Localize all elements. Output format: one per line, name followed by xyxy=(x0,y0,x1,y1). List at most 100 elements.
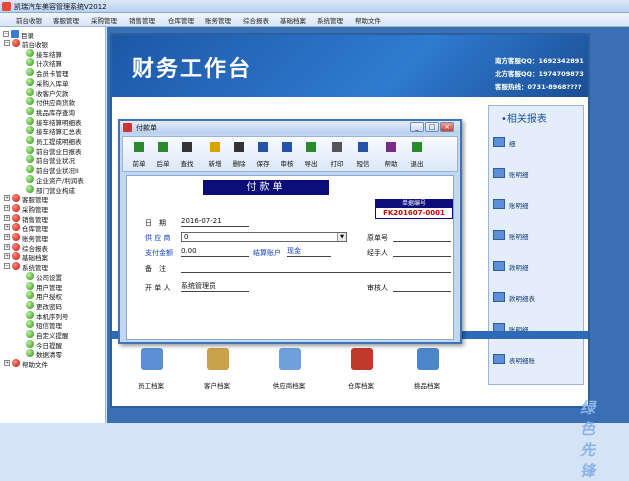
tree-label: 部门营业构成 xyxy=(36,186,75,195)
dialog-titlebar: 付款单 _ □ × xyxy=(120,121,460,134)
contact-hotline: 客服热线：0731-8968???? xyxy=(495,83,582,91)
toolbar-label: 导出 xyxy=(304,160,318,168)
report-icon[interactable] xyxy=(493,354,505,364)
report-icon[interactable] xyxy=(493,292,505,302)
tree-label: 前台营业日报表 xyxy=(36,147,82,156)
related-report-link[interactable]: 表明细账 xyxy=(509,355,535,365)
menu-item-7[interactable]: 基础档案 xyxy=(280,15,306,25)
close-button[interactable]: × xyxy=(440,122,454,132)
function-icon xyxy=(26,97,34,106)
expand-icon[interactable]: + xyxy=(4,195,10,202)
maximize-button[interactable]: □ xyxy=(425,122,439,132)
toolbar-label: 打印 xyxy=(330,160,344,168)
maker-label: 开 单 人 xyxy=(145,284,171,292)
toolbar-audit-button[interactable]: 审核 xyxy=(275,140,299,170)
archive-shortcut[interactable]: 供应商档案 xyxy=(260,346,318,396)
toolbar-new-button[interactable]: 新增 xyxy=(203,140,227,170)
expand-icon[interactable]: + xyxy=(4,214,10,221)
function-icon xyxy=(26,58,34,67)
collapse-icon[interactable]: − xyxy=(4,40,10,46)
function-icon xyxy=(26,291,34,300)
tree-label: 企业资产/利润表 xyxy=(36,176,84,185)
tree-label: 仓库管理 xyxy=(22,225,48,234)
menu-item-8[interactable]: 系统管理 xyxy=(317,15,343,25)
toolbar-help-button[interactable]: 帮助 xyxy=(379,140,403,170)
module-icon xyxy=(12,252,20,261)
folder-icon xyxy=(11,30,19,38)
archive-shortcut[interactable]: 客户档案 xyxy=(188,346,246,396)
function-icon xyxy=(26,174,34,183)
menu-item-3[interactable]: 销售管理 xyxy=(129,15,155,25)
module-icon xyxy=(12,223,20,232)
tree-label: 用户授权 xyxy=(36,293,62,302)
tree-label: 付供应商货款 xyxy=(36,99,75,108)
expand-icon[interactable]: + xyxy=(4,253,10,260)
expand-icon[interactable]: + xyxy=(4,224,10,231)
archive-icon xyxy=(207,348,229,370)
menu-item-6[interactable]: 综合报表 xyxy=(243,15,269,25)
related-report-link[interactable]: 账明细 xyxy=(509,231,529,241)
watermark-logo: 绿色先锋 xyxy=(580,399,600,480)
handler-field[interactable] xyxy=(393,247,451,257)
menu-item-2[interactable]: 采购管理 xyxy=(91,15,117,25)
toolbar-exit-button[interactable]: 退出 xyxy=(405,140,429,170)
menu-item-0[interactable]: 前台收银 xyxy=(16,15,42,25)
toolbar-export-button[interactable]: 导出 xyxy=(299,140,323,170)
archive-shortcut[interactable]: 员工档案 xyxy=(122,346,180,396)
function-icon xyxy=(26,339,34,348)
related-report-link[interactable]: 细 xyxy=(509,138,516,148)
print-icon xyxy=(332,142,342,152)
archive-shortcut[interactable]: 仓库档案 xyxy=(332,346,390,396)
tree-label: 更改密码 xyxy=(36,302,62,311)
report-icon[interactable] xyxy=(493,137,505,147)
expand-icon[interactable]: + xyxy=(4,360,10,367)
toolbar-sms-button[interactable]: 短信 xyxy=(351,140,375,170)
account-field[interactable]: 现金 xyxy=(287,247,331,257)
save-icon xyxy=(258,142,268,152)
menu-item-4[interactable]: 仓库管理 xyxy=(168,15,194,25)
chevron-down-icon[interactable]: ▼ xyxy=(337,233,346,241)
tree-label: 客服管理 xyxy=(22,196,48,205)
menu-item-5[interactable]: 账务管理 xyxy=(205,15,231,25)
related-report-link[interactable]: 款明细表 xyxy=(509,293,535,303)
expand-icon[interactable]: + xyxy=(4,234,10,240)
collapse-icon[interactable]: − xyxy=(4,263,10,270)
handler-label: 经手人 xyxy=(367,249,388,257)
orig-no-field[interactable] xyxy=(393,232,451,242)
tree-label: 用户管理 xyxy=(36,283,62,292)
tree-label: 前台营业状况II xyxy=(36,167,79,176)
minimize-button[interactable]: _ xyxy=(410,122,424,132)
report-icon[interactable] xyxy=(493,230,505,240)
doc-number-box: 单据编号 FK201607-0001 xyxy=(375,199,453,219)
workbench-banner: 财务工作台 南方客服QQ：1692342891 北方客服QQ：197470987… xyxy=(112,35,588,97)
collapse-icon[interactable]: − xyxy=(3,31,9,37)
tree-label: 公司设置 xyxy=(36,273,62,282)
report-icon[interactable] xyxy=(493,261,505,271)
related-report-link[interactable]: 账明细 xyxy=(509,169,529,179)
report-icon[interactable] xyxy=(493,199,505,209)
menu-item-1[interactable]: 客服管理 xyxy=(53,15,79,25)
remark-field[interactable] xyxy=(181,263,451,273)
toolbar-label: 退出 xyxy=(410,160,424,168)
tree-label: 接车结算明细表 xyxy=(36,118,82,127)
date-field[interactable]: 2016-07-21 xyxy=(181,217,249,227)
report-icon[interactable] xyxy=(493,168,505,178)
related-report-link[interactable]: 账明细 xyxy=(509,200,529,210)
toolbar-prev-button[interactable]: 前单 xyxy=(127,140,151,170)
supplier-select[interactable]: 0 ▼ xyxy=(181,232,347,242)
toolbar-print-button[interactable]: 打印 xyxy=(325,140,349,170)
archive-shortcut[interactable]: 挑品档案 xyxy=(398,346,456,396)
new-icon xyxy=(210,142,220,152)
toolbar-label: 新增 xyxy=(208,160,222,168)
related-report-link[interactable]: 款明细 xyxy=(509,262,529,272)
amount-field[interactable]: 0.00 xyxy=(181,247,249,257)
toolbar-binoculars-button[interactable]: 查找 xyxy=(175,140,199,170)
contact-south-qq: 南方客服QQ：1692342891 xyxy=(495,57,584,65)
expand-icon[interactable]: + xyxy=(4,204,10,211)
toolbar-next-button[interactable]: 后单 xyxy=(151,140,175,170)
toolbar-save-button[interactable]: 保存 xyxy=(251,140,275,170)
toolbar-delete-button[interactable]: 删除 xyxy=(227,140,251,170)
menu-item-9[interactable]: 帮助文件 xyxy=(355,15,381,25)
expand-icon[interactable]: + xyxy=(4,243,10,250)
next-icon xyxy=(158,142,168,152)
